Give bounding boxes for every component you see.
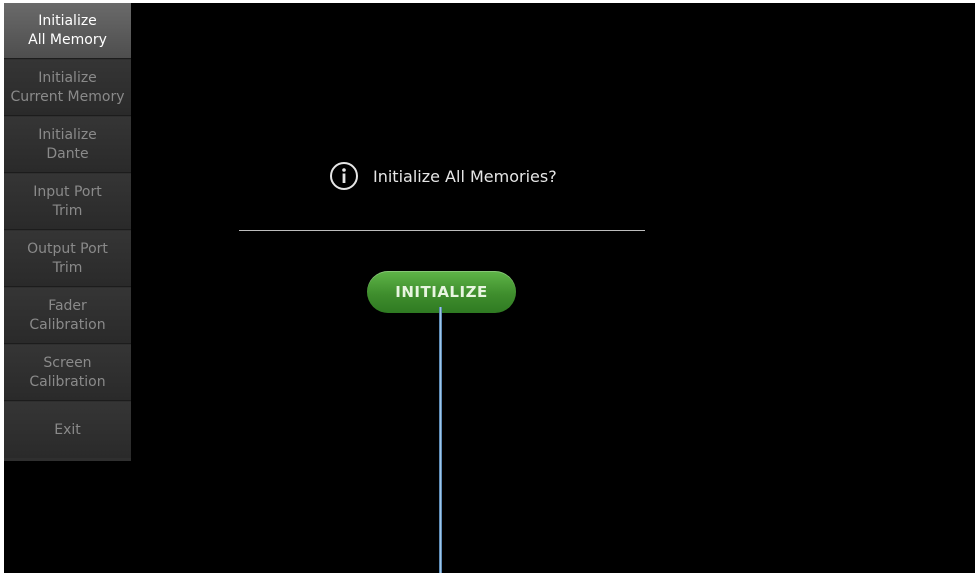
menu-item-initialize-dante[interactable]: Initialize Dante [4,117,131,173]
menu-item-output-port-trim[interactable]: Output Port Trim [4,231,131,287]
menu-item-initialize-current-memory[interactable]: Initialize Current Memory [4,60,131,116]
info-icon [330,162,358,190]
confirmation-message: Initialize All Memories? [329,161,557,191]
menu-item-fader-calibration[interactable]: Fader Calibration [4,288,131,344]
menu-item-screen-calibration[interactable]: Screen Calibration [4,345,131,401]
sidebar-menu: Initialize All Memory Initialize Current… [4,3,131,461]
divider [239,230,645,231]
callout-line [439,307,442,573]
menu-item-input-port-trim[interactable]: Input Port Trim [4,174,131,230]
confirmation-text: Initialize All Memories? [373,166,557,186]
menu-item-initialize-all-memory[interactable]: Initialize All Memory [4,3,131,59]
menu-item-exit[interactable]: Exit [4,402,131,458]
screen: Initialize All Memory Initialize Current… [4,3,975,573]
